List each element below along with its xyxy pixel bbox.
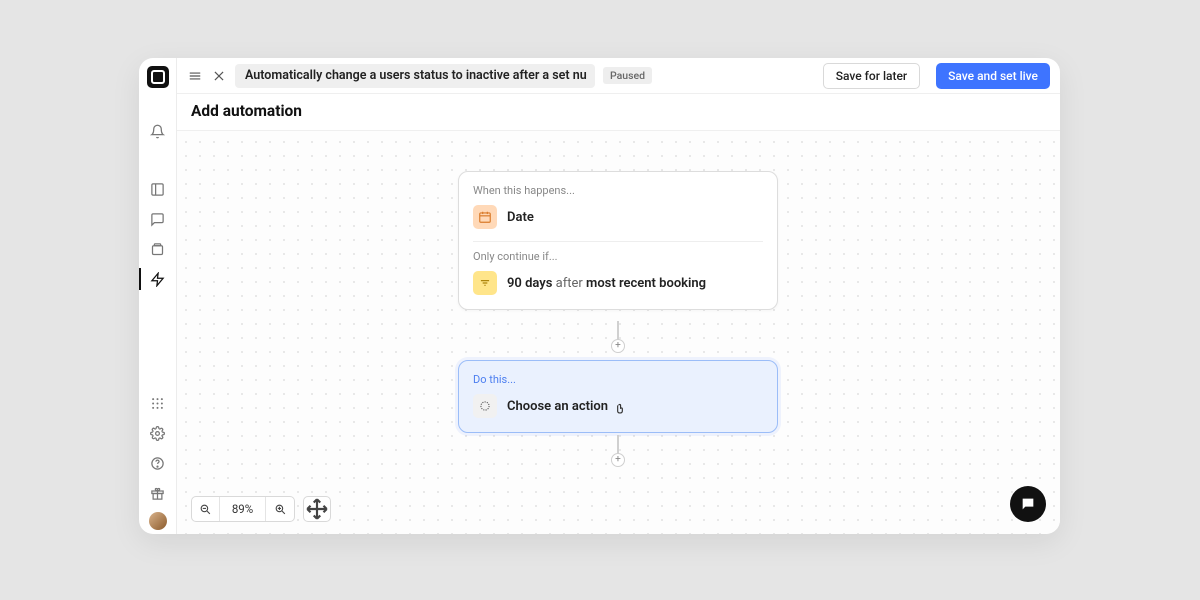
add-step-button[interactable]: + bbox=[611, 339, 625, 353]
zoom-in-button[interactable] bbox=[266, 497, 294, 521]
zoom-level: 89% bbox=[220, 497, 266, 521]
bell-icon[interactable] bbox=[139, 116, 177, 146]
action-section-label: Do this... bbox=[473, 373, 763, 386]
trigger-row[interactable]: Date bbox=[473, 203, 763, 231]
zoom-controls: 89% bbox=[191, 496, 331, 522]
condition-text: 90 days after most recent booking bbox=[507, 276, 706, 291]
user-avatar[interactable] bbox=[149, 512, 167, 530]
divider bbox=[473, 241, 763, 242]
close-icon[interactable] bbox=[211, 69, 227, 83]
calendar-icon bbox=[473, 205, 497, 229]
help-chat-button[interactable] bbox=[1010, 486, 1046, 522]
trigger-section-label: When this happens... bbox=[473, 184, 763, 197]
header: Automatically change a users status to i… bbox=[177, 58, 1060, 94]
grid-icon[interactable] bbox=[139, 388, 177, 418]
app-logo[interactable] bbox=[147, 66, 169, 88]
choose-action-text: Choose an action bbox=[507, 399, 608, 414]
sparkle-icon bbox=[473, 394, 497, 418]
save-and-set-live-button[interactable]: Save and set live bbox=[936, 63, 1050, 89]
action-node[interactable]: Do this... Choose an action bbox=[458, 360, 778, 433]
lightning-icon[interactable] bbox=[139, 264, 177, 294]
add-step-button[interactable]: + bbox=[611, 453, 625, 467]
main: Automatically change a users status to i… bbox=[177, 58, 1060, 534]
zoom-out-button[interactable] bbox=[192, 497, 220, 521]
trigger-node[interactable]: When this happens... Date Only continue … bbox=[458, 171, 778, 310]
chat-icon[interactable] bbox=[139, 204, 177, 234]
automation-title-input[interactable]: Automatically change a users status to i… bbox=[235, 64, 595, 88]
pan-button[interactable] bbox=[303, 496, 331, 522]
filter-icon bbox=[473, 271, 497, 295]
help-icon[interactable] bbox=[139, 448, 177, 478]
settings-icon[interactable] bbox=[139, 418, 177, 448]
pointer-cursor-icon bbox=[613, 403, 627, 417]
gift-icon[interactable] bbox=[139, 478, 177, 508]
automation-canvas[interactable]: When this happens... Date Only continue … bbox=[177, 131, 1060, 534]
library-icon[interactable] bbox=[139, 234, 177, 264]
status-badge: Paused bbox=[603, 67, 652, 84]
menu-icon[interactable] bbox=[187, 69, 203, 83]
save-for-later-button[interactable]: Save for later bbox=[823, 63, 920, 89]
sidebar bbox=[139, 58, 177, 534]
trigger-text: Date bbox=[507, 210, 534, 225]
panel-icon[interactable] bbox=[139, 174, 177, 204]
condition-row[interactable]: 90 days after most recent booking bbox=[473, 269, 763, 297]
page-title: Add automation bbox=[177, 94, 1060, 131]
app-window: Automatically change a users status to i… bbox=[139, 58, 1060, 534]
condition-section-label: Only continue if... bbox=[473, 250, 763, 263]
